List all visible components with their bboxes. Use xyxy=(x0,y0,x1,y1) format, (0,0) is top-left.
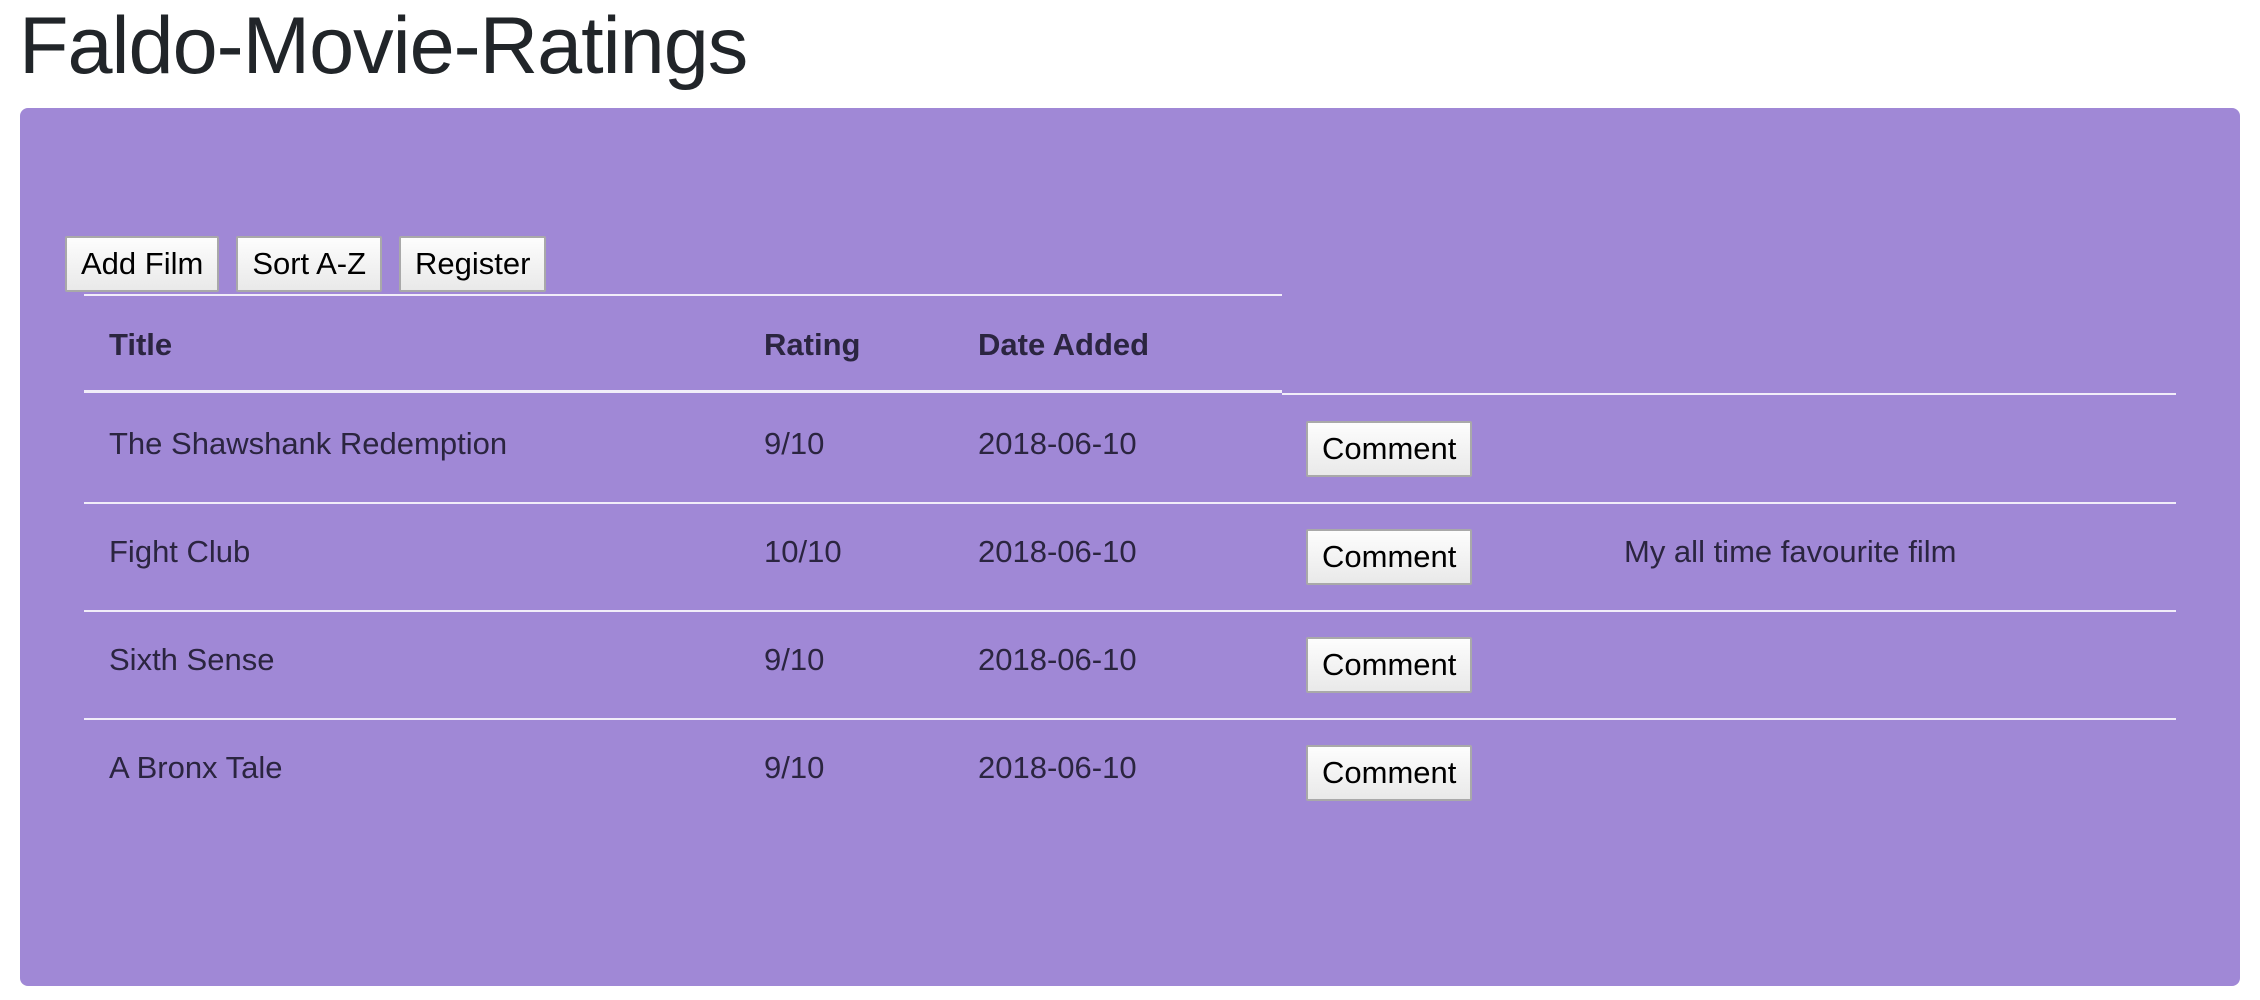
register-button[interactable]: Register xyxy=(399,236,547,292)
row-date-added: 2018-06-10 xyxy=(978,642,1137,677)
row-rating: 9/10 xyxy=(764,642,825,677)
row-divider xyxy=(84,718,2176,720)
row-divider xyxy=(84,502,2176,504)
row-rating: 9/10 xyxy=(764,750,825,785)
column-header-rating: Rating xyxy=(764,327,861,362)
comment-button[interactable]: Comment xyxy=(1306,745,1473,801)
header-bottom-divider-extension xyxy=(1282,393,2176,395)
row-date-added: 2018-06-10 xyxy=(978,534,1137,569)
sort-a-z-button[interactable]: Sort A-Z xyxy=(236,236,383,292)
row-divider xyxy=(84,610,2176,612)
column-header-date-added: Date Added xyxy=(978,327,1150,362)
row-comment: My all time favourite film xyxy=(1624,534,1957,569)
row-title: A Bronx Tale xyxy=(109,750,283,785)
row-rating: 10/10 xyxy=(764,534,842,569)
comment-button[interactable]: Comment xyxy=(1306,637,1473,693)
row-title: Fight Club xyxy=(109,534,251,569)
row-title: Sixth Sense xyxy=(109,642,275,677)
row-date-added: 2018-06-10 xyxy=(978,750,1137,785)
add-film-button[interactable]: Add Film xyxy=(65,236,220,292)
page-title: Faldo-Movie-Ratings xyxy=(19,1,748,91)
comment-button[interactable]: Comment xyxy=(1306,421,1473,477)
comment-button[interactable]: Comment xyxy=(1306,529,1473,585)
row-rating: 9/10 xyxy=(764,426,825,461)
toolbar: Add Film Sort A-Z Register xyxy=(65,236,547,292)
row-date-added: 2018-06-10 xyxy=(978,426,1137,461)
header-top-divider xyxy=(84,294,1282,296)
column-header-title: Title xyxy=(109,327,173,362)
row-title: The Shawshank Redemption xyxy=(109,426,508,461)
header-bottom-divider xyxy=(84,390,1282,393)
